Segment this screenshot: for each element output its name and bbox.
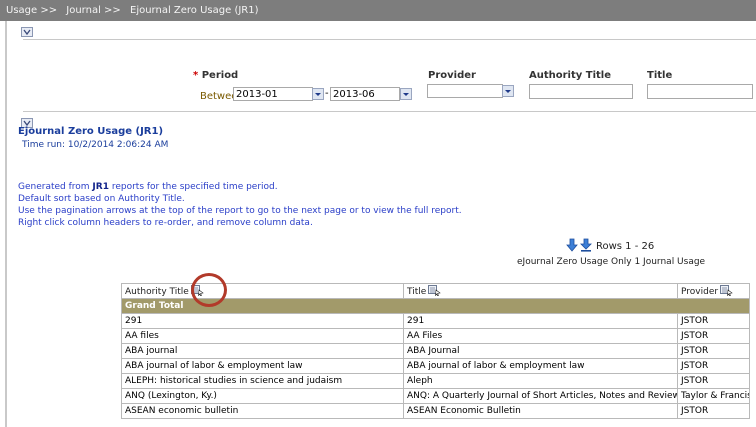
cell-title: ABA journal of labor & employment law <box>403 358 678 374</box>
table-row: ABA journal ABA Journal JSTOR <box>121 343 750 359</box>
table-row: ASEAN economic bulletin ASEAN Economic Bu… <box>121 403 750 419</box>
cell-provider: JSTOR <box>677 328 750 344</box>
breadcrumb: Usage >> Journal >> Ejournal Zero Usage … <box>0 0 756 21</box>
table-row: ABA journal of labor & employment law ABA… <box>121 358 750 374</box>
collapse-prompts-icon[interactable] <box>21 27 33 37</box>
column-header-provider[interactable]: Provider <box>677 283 750 299</box>
required-mark: * <box>193 70 199 81</box>
column-menu-icon[interactable] <box>720 285 733 297</box>
cell-provider: Taylor & Francis <box>677 388 750 404</box>
cell-title: ANQ: A Quarterly Journal of Short Articl… <box>403 388 678 404</box>
rows-count: Rows 1 - 26 <box>596 240 655 252</box>
description-line-4: Right click column headers to re-order, … <box>18 218 313 228</box>
cell-authority-title: ASEAN economic bulletin <box>121 403 404 419</box>
period-from-dropdown-icon[interactable] <box>312 88 324 100</box>
cell-title: ASEAN Economic Bulletin <box>403 403 678 419</box>
title-input[interactable] <box>647 84 753 99</box>
breadcrumb-current: Ejournal Zero Usage (JR1) <box>130 5 259 16</box>
grand-total-row: Grand Total <box>121 298 750 314</box>
view-name: eJournal Zero Usage Only 1 Journal Usage <box>517 257 706 267</box>
column-menu-icon[interactable] <box>428 285 442 297</box>
cell-provider: JSTOR <box>677 313 750 329</box>
period-label-text: Period <box>201 70 239 81</box>
cell-authority-title: AA files <box>121 328 404 344</box>
range-separator: - <box>325 88 329 99</box>
provider-dropdown-icon[interactable] <box>502 85 514 97</box>
cell-authority-title: 291 <box>121 313 404 329</box>
cell-authority-title: ABA journal of labor & employment law <box>121 358 404 374</box>
table-row: ALEPH: historical studies in science and… <box>121 373 750 389</box>
cell-authority-title: ANQ (Lexington, Ky.) <box>121 388 404 404</box>
description-line-3: Use the pagination arrows at the top of … <box>18 206 462 216</box>
period-to-dropdown-icon[interactable] <box>400 88 412 100</box>
table-row: ANQ (Lexington, Ky.) ANQ: A Quarterly Jou… <box>121 388 750 404</box>
authority-title-label: Authority Title <box>529 70 612 81</box>
cell-authority-title: ABA journal <box>121 343 404 359</box>
next-page-icon[interactable] <box>566 238 578 255</box>
show-all-rows-icon[interactable] <box>580 238 592 255</box>
breadcrumb-usage[interactable]: Usage >> <box>6 5 57 16</box>
section-divider <box>23 111 756 112</box>
column-header-authority-title[interactable]: Authority Title <box>121 283 404 299</box>
provider-label: Provider <box>428 70 476 81</box>
period-label: * Period <box>193 70 238 81</box>
provider-select[interactable] <box>427 84 503 98</box>
cell-provider: JSTOR <box>677 403 750 419</box>
cell-title: Aleph <box>403 373 678 389</box>
cell-title: AA Files <box>403 328 678 344</box>
period-to-select[interactable]: 2013-06 <box>330 87 400 101</box>
column-menu-icon[interactable] <box>190 285 204 297</box>
generated-source: JR1 <box>92 182 109 192</box>
period-from-select[interactable]: 2013-01 <box>233 87 313 101</box>
table-row: 291 291 JSTOR <box>121 313 750 329</box>
description-line-2: Default sort based on Authority Title. <box>18 194 185 204</box>
cell-authority-title: ALEPH: historical studies in science and… <box>121 373 404 389</box>
cell-provider: JSTOR <box>677 373 750 389</box>
report-title: Ejournal Zero Usage (JR1) <box>18 126 164 137</box>
time-run: Time run: 10/2/2014 2:06:24 AM <box>22 140 169 150</box>
column-header-label: Title <box>407 287 427 297</box>
authority-title-input[interactable] <box>529 84 633 99</box>
cell-title: ABA Journal <box>403 343 678 359</box>
pagination: Rows 1 - 26 <box>566 238 655 255</box>
table-header-row: Authority Title Title Provider <box>121 283 750 299</box>
section-divider <box>23 39 756 40</box>
grand-total-label: Grand Total <box>121 298 750 314</box>
cell-provider: JSTOR <box>677 343 750 359</box>
generated-post: reports for the specified time period. <box>108 182 278 192</box>
column-header-label: Authority Title <box>125 287 189 297</box>
column-header-title[interactable]: Title <box>403 283 678 299</box>
report-table: Authority Title Title Provider Grand Tot… <box>121 283 750 419</box>
generated-pre: Generated from <box>18 182 93 192</box>
description-line-1: Generated from JR1 reports for the speci… <box>18 182 278 192</box>
cell-title: 291 <box>403 313 678 329</box>
breadcrumb-journal[interactable]: Journal >> <box>66 5 121 16</box>
cell-provider: JSTOR <box>677 358 750 374</box>
table-row: AA files AA Files JSTOR <box>121 328 750 344</box>
column-header-label: Provider <box>681 287 719 297</box>
title-label: Title <box>647 70 673 81</box>
